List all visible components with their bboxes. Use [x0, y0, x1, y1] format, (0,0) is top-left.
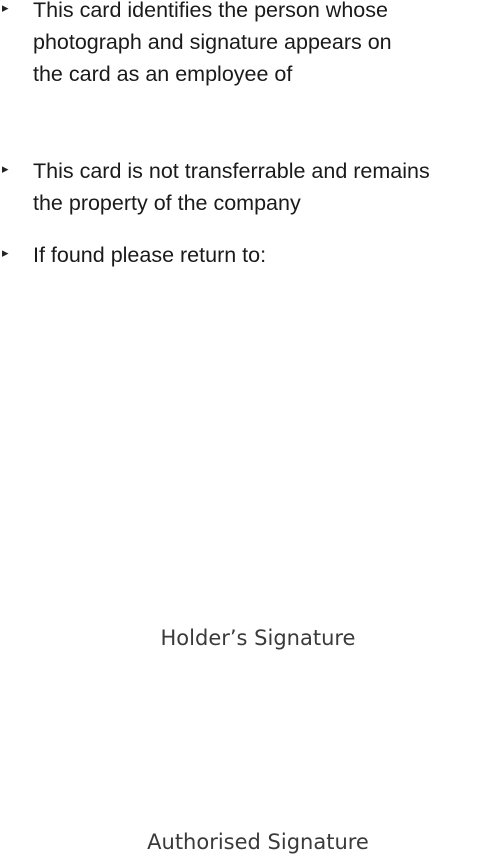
bullet-text: This card identifies the person whose ph…: [33, 0, 392, 86]
bullet-text: This card is not transferrable and remai…: [33, 159, 430, 215]
authorised-signature-label: Authorised Signature: [147, 830, 369, 854]
chevron-right-icon: ▸: [2, 0, 9, 15]
holder-signature-label: Holder’s Signature: [160, 626, 356, 650]
bullet-text: If found please return to:: [33, 243, 267, 267]
chevron-right-icon: ▸: [2, 161, 9, 176]
chevron-right-icon: ▸: [2, 245, 9, 260]
